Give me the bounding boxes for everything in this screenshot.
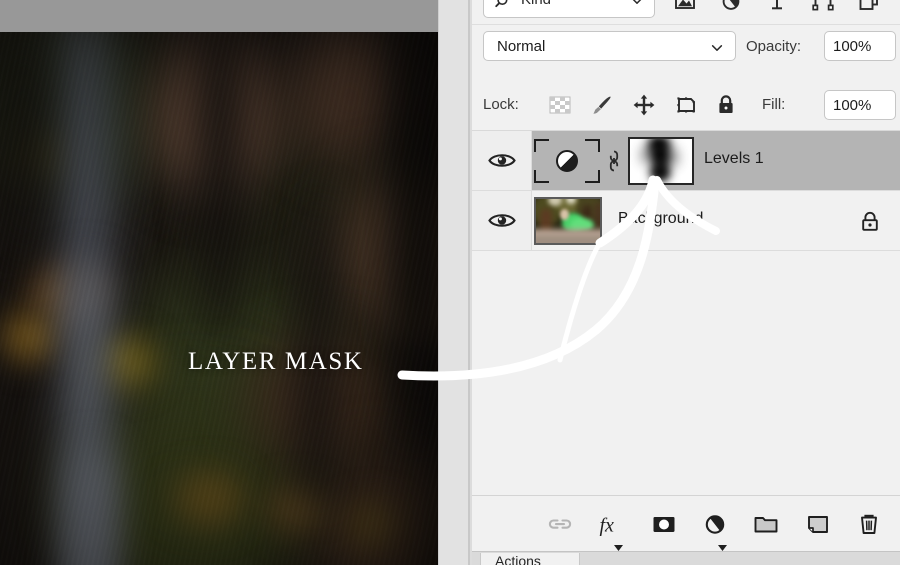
layer-image-thumbnail[interactable]	[534, 197, 602, 245]
filter-kind-select[interactable]: Kind	[483, 0, 655, 18]
panel-tab-strip[interactable]: Actions	[472, 551, 900, 565]
fill-label: Fill:	[762, 96, 786, 113]
layer-name: Levels 1	[704, 150, 764, 167]
lock-label: Lock:	[483, 96, 519, 113]
lock-options-row[interactable]: Lock: Fill: 100%	[472, 82, 900, 128]
tab-actions-label: Actions	[495, 553, 541, 565]
thumb-corner-bracket	[585, 170, 600, 183]
opacity-input[interactable]: 100%	[824, 31, 896, 61]
chevron-down-icon[interactable]	[630, 0, 644, 8]
search-icon	[495, 0, 513, 11]
smart-object-filter-icon[interactable]	[856, 0, 882, 14]
lock-all-padlock-icon[interactable]	[714, 93, 738, 117]
lock-image-pixels-brush-icon[interactable]	[590, 93, 614, 117]
fx-dropdown-caret-icon[interactable]	[614, 538, 623, 551]
blend-mode-row[interactable]: Normal Opacity: 100%	[472, 24, 900, 63]
blend-mode-value: Normal	[497, 38, 546, 55]
layer-filter-row[interactable]: Kind	[472, 0, 900, 22]
layer-locked-padlock-icon	[859, 210, 881, 234]
screenshot-root: LAYER MASK Kind	[0, 0, 900, 565]
link-layers-icon[interactable]	[546, 510, 574, 538]
thumb-corner-bracket	[534, 170, 549, 183]
thumb-corner-bracket	[534, 139, 549, 152]
layer-list[interactable]: Levels 1 Background	[472, 130, 900, 496]
lock-artboard-nesting-icon[interactable]	[674, 93, 698, 117]
shape-layers-filter-icon[interactable]	[810, 0, 836, 14]
fill-input[interactable]: 100%	[824, 90, 896, 120]
add-layer-mask-icon[interactable]	[650, 510, 678, 538]
fill-value: 100%	[833, 97, 872, 114]
mask-link-chain-icon[interactable]	[606, 148, 622, 174]
lock-position-move-icon[interactable]	[632, 93, 656, 117]
eye-icon[interactable]	[488, 151, 516, 170]
layer-name: Background	[618, 210, 704, 227]
blend-mode-select[interactable]: Normal	[483, 31, 736, 61]
layer-style-fx-icon[interactable]: fx	[598, 510, 626, 538]
lock-transparent-pixels-icon[interactable]	[548, 93, 572, 117]
new-group-folder-icon[interactable]	[752, 510, 780, 538]
tab-actions[interactable]: Actions	[480, 553, 580, 565]
layer-visibility-toggle[interactable]	[472, 191, 532, 250]
opacity-value: 100%	[833, 38, 872, 55]
pixel-layers-filter-icon[interactable]	[672, 0, 698, 14]
canvas-top-gray-band	[0, 0, 438, 32]
svg-text:fx: fx	[600, 515, 615, 537]
panel-left-divider-2	[470, 0, 472, 565]
eye-icon[interactable]	[488, 211, 516, 230]
adjustment-layer-thumbnail[interactable]	[534, 139, 600, 183]
new-adjustment-layer-icon[interactable]	[701, 510, 729, 538]
canvas-right-edge	[438, 0, 439, 565]
layers-panel[interactable]: Kind	[472, 0, 900, 565]
canvas-panel-gap	[438, 0, 472, 565]
blurred-forest-photo	[0, 32, 438, 565]
layer-visibility-toggle[interactable]	[472, 131, 532, 190]
table-row[interactable]: Background	[472, 191, 900, 251]
adjustment-dropdown-caret-icon[interactable]	[718, 538, 727, 551]
adjustment-layers-filter-icon[interactable]	[718, 0, 744, 14]
chevron-down-icon[interactable]	[710, 41, 724, 55]
layer-mask-thumbnail[interactable]	[628, 137, 694, 185]
opacity-label: Opacity:	[746, 38, 802, 55]
filter-kind-label: Kind	[521, 0, 551, 8]
layers-panel-toolbar[interactable]: fx	[472, 495, 900, 551]
layer-mask-annotation-text: LAYER MASK	[188, 348, 364, 375]
table-row[interactable]: Levels 1	[472, 131, 900, 191]
document-canvas[interactable]: LAYER MASK	[0, 0, 438, 565]
thumb-corner-bracket	[585, 139, 600, 152]
new-layer-icon[interactable]	[804, 510, 832, 538]
type-layers-filter-icon[interactable]	[764, 0, 790, 14]
adjustment-half-circle-icon	[556, 150, 578, 172]
delete-layer-trash-icon[interactable]	[855, 510, 883, 538]
